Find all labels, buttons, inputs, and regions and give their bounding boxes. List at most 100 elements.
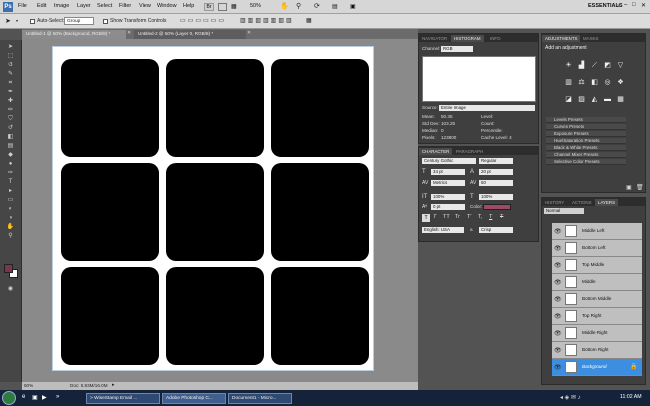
status-menu-arrow-icon[interactable]: ▸ <box>112 382 115 388</box>
invert-icon[interactable]: ◪ <box>564 96 573 104</box>
minimize-icon[interactable]: – <box>624 2 627 8</box>
start-button[interactable] <box>2 391 16 405</box>
tab-untitled-1[interactable]: Untitled-1 @ 50% (Background, RGB/8) * <box>22 30 126 39</box>
layer-row[interactable]: 👁 Top Middle <box>552 257 642 274</box>
workspace-menu-icon[interactable]: » <box>617 3 620 9</box>
menu-select[interactable]: Select <box>97 3 112 9</box>
subscript-button[interactable]: T, <box>478 214 482 220</box>
layer-row[interactable]: 👁 Bottom Right <box>552 342 642 359</box>
strikethrough-button[interactable]: T <box>500 214 503 220</box>
source-dropdown[interactable]: Entire Image <box>439 105 535 111</box>
tab-untitled-2[interactable]: Untitled-2 @ 50% (Layer 0, RGB/8) * <box>134 30 246 39</box>
tray-icons[interactable]: ◂ ◈ ✉ ♪ <box>560 394 581 401</box>
superscript-button[interactable]: T' <box>467 214 471 220</box>
visibility-eye-icon[interactable]: 👁 <box>554 330 562 337</box>
exposure-icon[interactable]: ◩ <box>603 62 612 70</box>
blend-mode-dropdown[interactable]: Normal <box>544 208 584 214</box>
gradient-tool-icon[interactable]: ▤ <box>5 143 16 150</box>
layer-row[interactable]: 👁 Middle Right <box>552 325 642 342</box>
black-white-icon[interactable]: ◧ <box>590 79 599 87</box>
menu-window[interactable]: Window <box>157 3 177 9</box>
tab-histogram[interactable]: HISTOGRAM <box>451 35 484 42</box>
layer-row[interactable]: 👁 Bottom Left <box>552 240 642 257</box>
layer-row[interactable]: 👁 Bottom Middle <box>552 291 642 308</box>
channel-dropdown[interactable]: RGB <box>441 46 473 52</box>
arrange-documents-icon[interactable]: ▤ <box>332 3 338 10</box>
preset-channel-mixer[interactable]: Channel Mixer Presets <box>546 152 626 158</box>
selective-color-icon[interactable]: ▦ <box>616 96 625 104</box>
hand-icon[interactable]: ✋ <box>280 2 289 10</box>
lasso-tool-icon[interactable]: ଓ <box>5 62 16 69</box>
visibility-eye-icon[interactable]: 👁 <box>554 364 562 371</box>
preset-hue-saturation[interactable]: Hue/Saturation Presets <box>546 138 626 144</box>
path-select-tool-icon[interactable]: ▸ <box>5 188 16 195</box>
new-adjustment-layer-icon[interactable]: ▣ <box>626 184 632 191</box>
history-brush-tool-icon[interactable]: ↺ <box>5 125 16 132</box>
auto-align-icon[interactable]: ▦ <box>306 17 312 24</box>
foreground-color-swatch[interactable] <box>4 264 13 273</box>
screen-mode-icon[interactable]: ▣ <box>350 3 356 10</box>
visibility-eye-icon[interactable]: 👁 <box>554 228 562 235</box>
baseline-shift-field[interactable]: 0 pt <box>431 204 465 210</box>
bridge-icon[interactable]: Br <box>204 3 214 11</box>
menu-edit[interactable]: Edit <box>37 3 46 9</box>
tab-character[interactable]: CHARACTER <box>419 148 453 155</box>
layer-row[interactable]: 👁 Middle <box>552 274 642 291</box>
clone-stamp-tool-icon[interactable]: ⛉ <box>5 116 16 123</box>
menu-image[interactable]: Image <box>54 3 69 9</box>
preset-selective-color[interactable]: Selective Color Presets <box>546 159 626 165</box>
preset-exposure[interactable]: Exposure Presets <box>546 131 626 137</box>
eyedropper-tool-icon[interactable]: ✒ <box>5 89 16 96</box>
preset-curves[interactable]: Curves Presets <box>546 124 626 130</box>
delete-icon[interactable]: 🗑 <box>636 184 644 191</box>
layer-row[interactable]: 👁 Top Right <box>552 308 642 325</box>
tab-paragraph[interactable]: PARAGRAPH <box>453 148 486 155</box>
brightness-contrast-icon[interactable]: ☀ <box>564 62 573 70</box>
close-icon[interactable]: ✕ <box>641 2 646 9</box>
tab-navigator[interactable]: NAVIGATOR <box>419 35 450 42</box>
tab-close-icon[interactable]: ✕ <box>127 30 131 36</box>
hand-tool-icon[interactable]: ✋ <box>5 224 16 231</box>
menu-filter[interactable]: Filter <box>119 3 131 9</box>
tab-layers[interactable]: LAYERS <box>595 199 619 206</box>
blur-tool-icon[interactable]: ◆ <box>5 152 16 159</box>
leading-field[interactable]: 20 pt <box>479 169 513 175</box>
minibridge-icon[interactable] <box>218 3 227 11</box>
quick-launch-desktop-icon[interactable]: ▣ <box>32 394 38 401</box>
zoom-icon[interactable]: ⚲ <box>296 2 301 10</box>
font-size-field[interactable]: 34 pt <box>431 169 465 175</box>
horizontal-scale-field[interactable]: 100% <box>479 194 513 200</box>
small-caps-button[interactable]: Tr <box>455 214 460 220</box>
visibility-eye-icon[interactable]: 👁 <box>554 245 562 252</box>
gradient-map-icon[interactable]: ▬ <box>603 96 612 104</box>
status-zoom[interactable]: 50% <box>24 383 33 388</box>
tab-masks[interactable]: MASKS <box>580 35 601 42</box>
visibility-eye-icon[interactable]: 👁 <box>554 347 562 354</box>
quick-select-tool-icon[interactable]: ✎ <box>5 71 16 78</box>
kerning-field[interactable]: Metrics <box>431 180 465 186</box>
font-style-dropdown[interactable]: Regular <box>479 158 513 164</box>
rotate-view-icon[interactable]: ⟳ <box>314 2 320 10</box>
eraser-tool-icon[interactable]: ◧ <box>5 134 16 141</box>
photo-filter-icon[interactable]: ◎ <box>603 79 612 87</box>
maximize-icon[interactable]: □ <box>632 2 636 8</box>
vibrance-icon[interactable]: ▽ <box>616 62 625 70</box>
faux-italic-button[interactable]: T <box>433 214 436 220</box>
menu-view[interactable]: View <box>139 3 151 9</box>
preset-black-white[interactable]: Black & White Presets <box>546 145 626 151</box>
curves-icon[interactable]: ⟋ <box>590 62 599 70</box>
layer-row[interactable]: 👁 Middle Left <box>552 223 642 240</box>
task-word-document[interactable]: Document1 - Micro... <box>228 393 292 404</box>
marquee-tool-icon[interactable]: ⬚ <box>5 53 16 60</box>
tab-adjustments[interactable]: ADJUSTMENTS <box>542 35 581 42</box>
posterize-icon[interactable]: ▨ <box>577 96 586 104</box>
visibility-eye-icon[interactable]: 👁 <box>554 262 562 269</box>
zoom-level[interactable]: 50% <box>250 3 261 9</box>
3d-rotate-tool-icon[interactable]: ◐ <box>5 206 16 213</box>
brush-tool-icon[interactable]: ✏ <box>5 107 16 114</box>
visibility-eye-icon[interactable]: 👁 <box>554 313 562 320</box>
quick-mask-icon[interactable]: ◉ <box>5 286 16 293</box>
hue-saturation-icon[interactable]: ▥ <box>564 79 573 87</box>
pen-tool-icon[interactable]: ✑ <box>5 170 16 177</box>
language-dropdown[interactable]: English: USA <box>422 227 464 233</box>
